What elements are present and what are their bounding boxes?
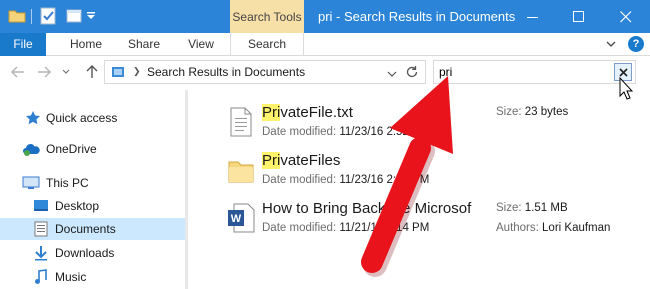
sidebar-item-onedrive[interactable]: OneDrive: [0, 138, 185, 160]
navigation-pane: Quick access OneDrive This PC Desktop Do…: [0, 90, 185, 289]
date-modified: Date modified: 11/23/16 2:53 PM: [262, 174, 429, 186]
sidebar-item-quick-access[interactable]: Quick access: [0, 107, 185, 129]
sidebar-item-documents[interactable]: Documents: [0, 218, 185, 240]
window-title: pri - Search Results in Documents: [318, 9, 516, 24]
file-authors: Authors: Lori Kaufman: [496, 222, 610, 234]
date-modified-label: Date modified:: [262, 222, 337, 234]
text-file-icon: [226, 106, 256, 138]
size-value: 1.51 MB: [524, 202, 568, 214]
music-icon: [32, 269, 50, 285]
sidebar-item-label: OneDrive: [46, 142, 97, 156]
maximize-button[interactable]: [556, 0, 602, 33]
sidebar-item-label: Music: [55, 270, 87, 284]
back-arrow-icon[interactable]: [10, 64, 26, 80]
search-tools-context-tab: Search Tools: [230, 0, 304, 33]
date-modified-label: Date modified:: [262, 174, 337, 186]
tab-home[interactable]: Home: [60, 33, 112, 56]
tab-file[interactable]: File: [0, 33, 46, 56]
tab-search[interactable]: Search: [230, 33, 304, 56]
documents-folder-icon: [32, 221, 50, 237]
sidebar-item-this-pc[interactable]: This PC: [0, 172, 185, 194]
recent-locations-icon[interactable]: [61, 64, 71, 80]
authors-label: Authors:: [496, 222, 539, 234]
date-modified: Date modified: 11/23/16 2:52: [262, 126, 409, 138]
sidebar-item-music[interactable]: Music: [0, 266, 185, 288]
list-item[interactable]: PrivateFile.txt Date modified: 11/23/16 …: [218, 98, 638, 144]
sidebar-item-label: Quick access: [46, 111, 118, 125]
up-arrow-icon[interactable]: [84, 64, 100, 80]
ribbon-tabs: File Home Share View Search ?: [0, 33, 650, 56]
properties-icon[interactable]: [40, 6, 58, 26]
cloud-icon: [22, 141, 40, 157]
size-label: Size:: [496, 106, 522, 118]
quick-access-separator: [31, 9, 32, 24]
sidebar-item-label: Documents: [55, 222, 116, 236]
tab-view[interactable]: View: [180, 33, 222, 56]
sidebar-item-label: Downloads: [55, 246, 115, 260]
file-name: How to Bring Back the Microsof: [262, 200, 471, 217]
tab-share[interactable]: Share: [122, 33, 166, 56]
sidebar-item-label: Desktop: [55, 199, 100, 213]
folder-icon[interactable]: [8, 6, 26, 26]
search-box[interactable]: [433, 60, 636, 84]
list-item[interactable]: W How to Bring Back the Microsof Date mo…: [218, 194, 638, 240]
customize-toolbar-icon[interactable]: [86, 6, 98, 26]
close-button[interactable]: [602, 0, 650, 33]
new-folder-icon[interactable]: [66, 6, 84, 26]
minimize-button[interactable]: [510, 0, 556, 33]
svg-text:W: W: [231, 213, 242, 225]
computer-icon: [22, 175, 40, 191]
title-bar: Search Tools pri - Search Results in Doc…: [0, 0, 650, 33]
date-modified-value: 11/21/16 3:14 PM: [339, 222, 430, 234]
desktop-folder-icon: [32, 198, 50, 214]
file-list: PrivateFile.txt Date modified: 11/23/16 …: [188, 90, 650, 289]
date-modified-label: Date modified:: [262, 126, 337, 138]
date-modified-value: 11/23/16 2:53 PM: [339, 174, 430, 186]
date-modified: Date modified: 11/21/16 3:14 PM: [262, 222, 429, 234]
sidebar-item-downloads[interactable]: Downloads: [0, 242, 185, 264]
file-size: Size: 23 bytes: [496, 106, 568, 118]
authors-value: Lori Kaufman: [542, 222, 611, 234]
breadcrumb[interactable]: Search Results in Documents: [147, 61, 305, 83]
search-location-icon: [111, 65, 125, 79]
size-label: Size:: [496, 202, 522, 214]
help-icon[interactable]: ?: [628, 36, 644, 52]
file-name: PrivateFiles: [262, 152, 340, 169]
chevron-down-icon[interactable]: [387, 67, 397, 77]
date-modified-value: 11/23/16 2:52: [339, 126, 409, 138]
word-document-icon: W: [226, 202, 256, 234]
file-size: Size: 1.51 MB: [496, 202, 568, 214]
star-icon: [24, 110, 42, 126]
downloads-icon: [32, 245, 50, 261]
search-input[interactable]: [439, 63, 609, 81]
breadcrumb-separator[interactable]: ❯: [133, 66, 141, 77]
file-name-rest: vateFile.txt: [280, 104, 353, 121]
address-bar[interactable]: ❯ Search Results in Documents: [104, 60, 426, 84]
chevron-down-icon[interactable]: [604, 37, 618, 51]
list-item[interactable]: PrivateFiles Date modified: 11/23/16 2:5…: [218, 146, 638, 192]
search-match-highlight: Pri: [262, 104, 281, 121]
search-match-highlight: Pri: [262, 152, 281, 169]
file-name-rest: vateFiles: [280, 152, 341, 169]
size-value: 23 bytes: [524, 106, 569, 118]
file-name-rest: How to Bring Back the Microsof: [262, 200, 472, 217]
folder-icon: [226, 154, 256, 186]
file-name: PrivateFile.txt: [262, 104, 353, 121]
sidebar-item-desktop[interactable]: Desktop: [0, 195, 185, 217]
refresh-icon[interactable]: [405, 65, 419, 79]
navigation-bar: ❯ Search Results in Documents: [0, 56, 650, 90]
forward-arrow-icon[interactable]: [36, 64, 52, 80]
close-icon[interactable]: [614, 63, 632, 81]
sidebar-item-label: This PC: [46, 176, 89, 190]
